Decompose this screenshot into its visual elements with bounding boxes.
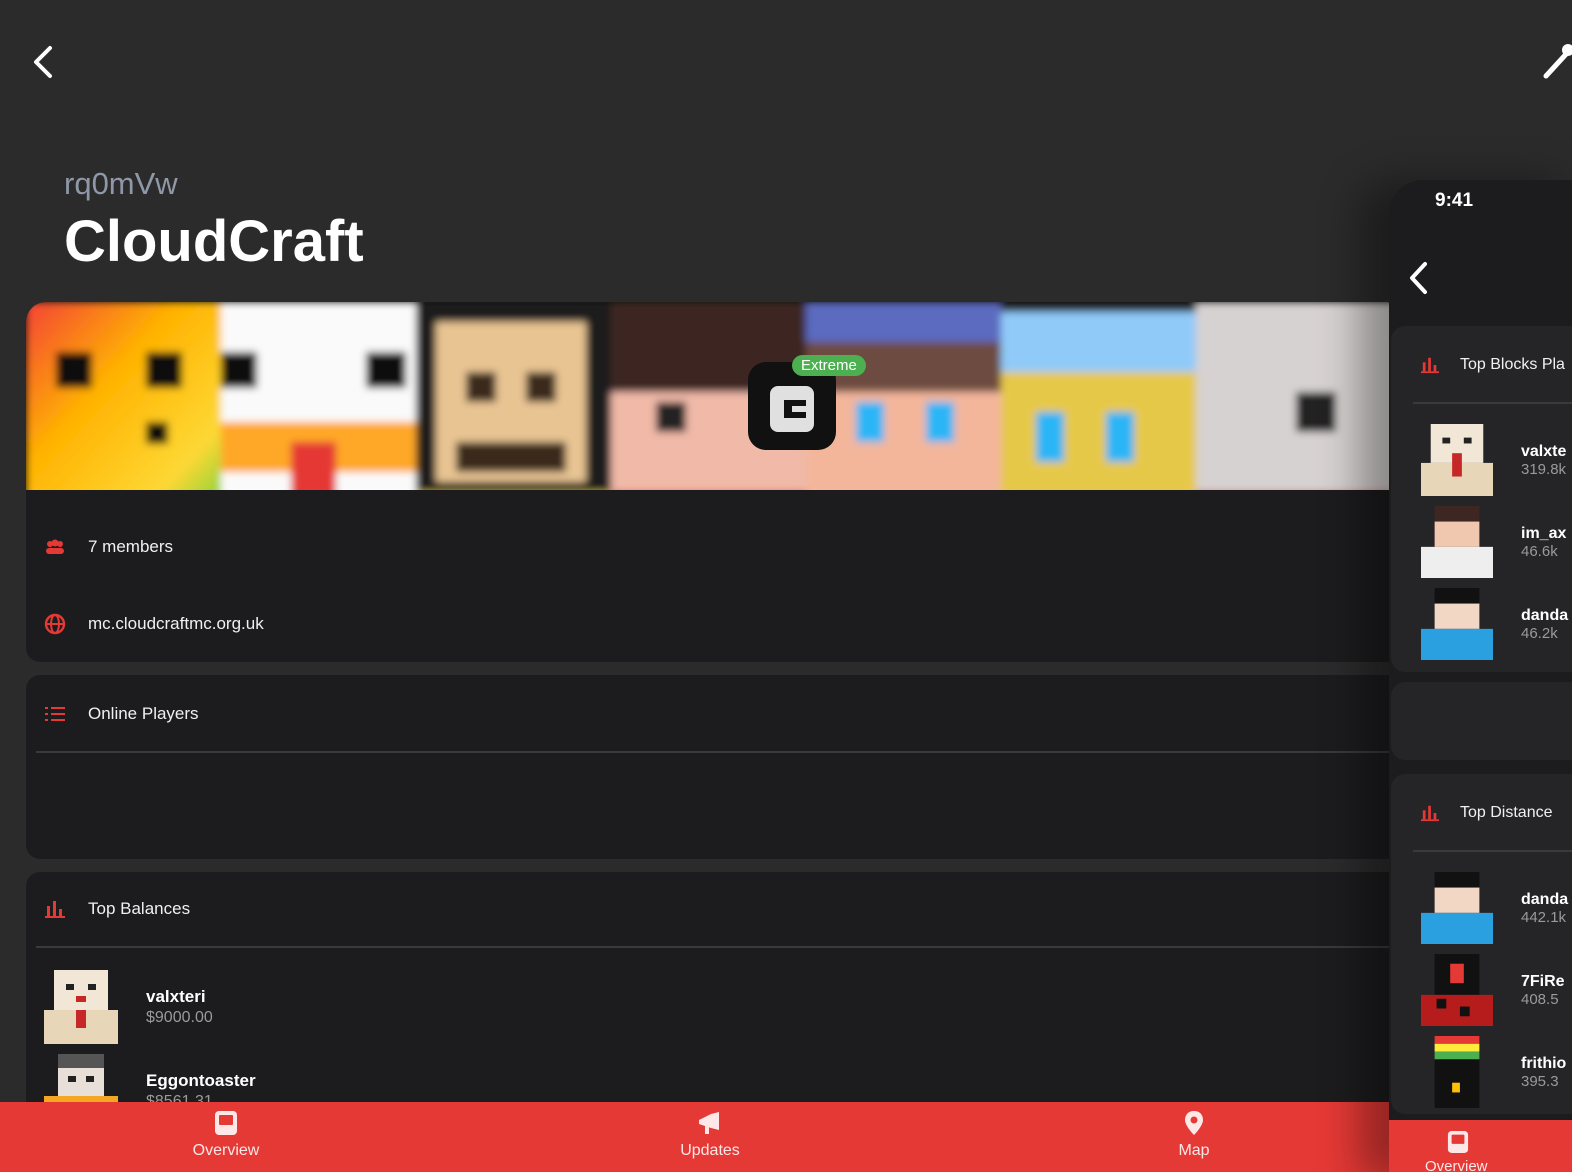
status-time: 9:41 [1435,190,1474,211]
tab-overview[interactable]: Overview [126,1102,326,1172]
top-blocks-card: Top Blocks Pla valxte 319.8k im_ax 46.6k… [1391,326,1572,672]
top-distance-title: Top Distance [1460,804,1553,821]
server-info-card: 7 members mc.cloudcraftmc.org.uk [26,490,1406,662]
player-balance: $9000.00 [146,1009,213,1026]
empty-card [1391,682,1572,760]
banner-art [26,302,1406,510]
tab-overview[interactable]: Overview [1389,1120,1572,1172]
player-avatar [1421,506,1493,578]
server-name: CloudCraft [64,209,364,274]
address-row[interactable]: mc.cloudcraftmc.org.uk [44,613,264,635]
player-value: 319.8k [1521,460,1567,478]
megaphone-icon [699,1112,719,1134]
members-row: 7 members [44,536,173,558]
distance-player-row[interactable]: 7FiRe 408.5 [1421,954,1565,1026]
members-count: 7 members [88,537,174,556]
tab-map[interactable]: Map [1094,1102,1294,1172]
list-icon [44,703,66,725]
tab-label: Updates [680,1142,740,1159]
blocks-player-row[interactable]: danda 46.2k [1421,588,1568,660]
online-players-card: Online Players [26,675,1406,859]
back-button[interactable] [1405,258,1435,298]
difficulty-badge: Extreme [792,355,866,376]
top-balances-card: Top Balances valxteri $9000.00 Eggontoas… [26,872,1406,1132]
player-name: Eggontoaster [146,1071,256,1090]
player-value: 408.5 [1521,990,1559,1008]
server-address: mc.cloudcraftmc.org.uk [88,614,264,633]
player-name: frithio [1521,1054,1567,1072]
player-value: 395.3 [1521,1072,1559,1090]
chevron-left-icon [34,46,52,78]
player-value: 46.6k [1521,542,1558,560]
tab-updates[interactable]: Updates [610,1102,810,1172]
server-id: rq0mVw [64,166,178,201]
divider [36,751,1406,753]
top-balances-title: Top Balances [88,899,191,918]
globe-icon [44,613,66,635]
top-blocks-title: Top Blocks Pla [1460,356,1565,373]
player-name: danda [1521,606,1569,624]
bar-chart-icon [1421,805,1439,822]
blocks-player-row[interactable]: valxte 319.8k [1421,424,1566,496]
player-value: 46.2k [1521,624,1558,642]
top-bar [0,0,1572,110]
blocks-player-row[interactable]: im_ax 46.6k [1421,506,1566,578]
wrench-icon [1543,44,1572,79]
tab-label: Overview [192,1142,260,1159]
player-avatar [1421,424,1493,496]
app-screen: rq0mVw CloudCraft Extreme 7 members mc.c… [0,0,1572,1172]
balance-player-row[interactable]: valxteri $9000.00 [44,970,213,1044]
online-players-title: Online Players [88,704,199,723]
chevron-left-icon [1410,262,1427,294]
player-avatar [1421,872,1493,944]
tab-label: Map [1178,1142,1210,1159]
player-avatar [44,970,118,1044]
player-name: danda [1521,890,1569,908]
player-avatar [1421,954,1493,1026]
player-name: im_ax [1521,524,1567,542]
wrench-button[interactable] [1538,40,1572,84]
back-button[interactable] [26,40,62,84]
top-distance-card: Top Distance danda 442.1k 7FiRe 408.5 fr… [1391,774,1572,1114]
player-avatar [1434,1036,1480,1108]
player-value: 442.1k [1521,908,1567,926]
divider [36,946,1406,948]
bottom-tab-bar: Overview Updates Map [0,1102,1390,1172]
player-heads-banner [26,302,1406,510]
overview-icon [215,1111,237,1135]
online-players-header: Online Players [44,703,199,725]
overview-icon [1447,1131,1469,1153]
player-name: valxteri [146,987,206,1006]
bar-chart-icon [44,898,66,920]
distance-player-row[interactable]: frithio 395.3 [1421,1036,1566,1108]
top-balances-header: Top Balances [44,898,190,920]
group-icon [44,536,66,558]
divider [1413,402,1572,404]
player-avatar [1421,588,1493,660]
distance-player-row[interactable]: danda 442.1k [1421,872,1568,944]
tab-label: Overview [1425,1158,1488,1172]
divider [1413,850,1572,852]
player-name: valxte [1521,442,1567,460]
map-pin-icon [1185,1111,1203,1135]
second-device-preview: 9:41 Top Blocks Pla valxte 319.8k im_ax … [1389,180,1572,1172]
player-name: 7FiRe [1521,972,1565,990]
bar-chart-icon [1421,357,1439,374]
